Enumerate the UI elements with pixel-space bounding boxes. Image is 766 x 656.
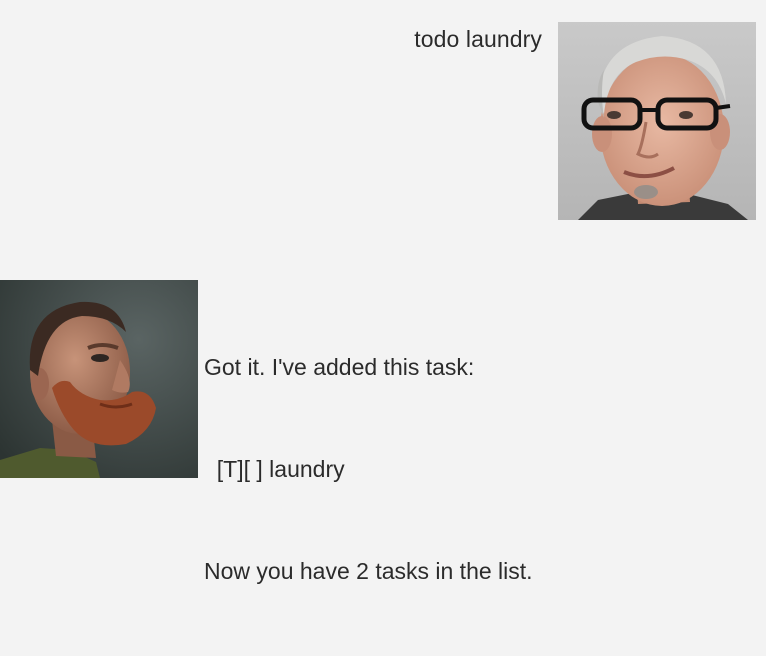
bot-message-line: [T][ ] laundry bbox=[204, 456, 345, 482]
bot-message-line: Now you have 2 tasks in the list. bbox=[204, 558, 533, 584]
user-avatar-icon bbox=[558, 22, 756, 220]
bot-avatar-icon bbox=[0, 280, 198, 478]
bot-avatar-image bbox=[0, 280, 198, 478]
user-avatar-image bbox=[558, 22, 756, 220]
bot-dialog-box: Got it. I've added this task: [T][ ] lau… bbox=[0, 240, 766, 584]
bot-message-text: Got it. I've added this task: [T][ ] lau… bbox=[204, 282, 533, 656]
user-dialog-box: todo laundry bbox=[0, 0, 766, 240]
user-message-text: todo laundry bbox=[414, 26, 542, 52]
bot-message-line: Got it. I've added this task: bbox=[204, 354, 475, 380]
